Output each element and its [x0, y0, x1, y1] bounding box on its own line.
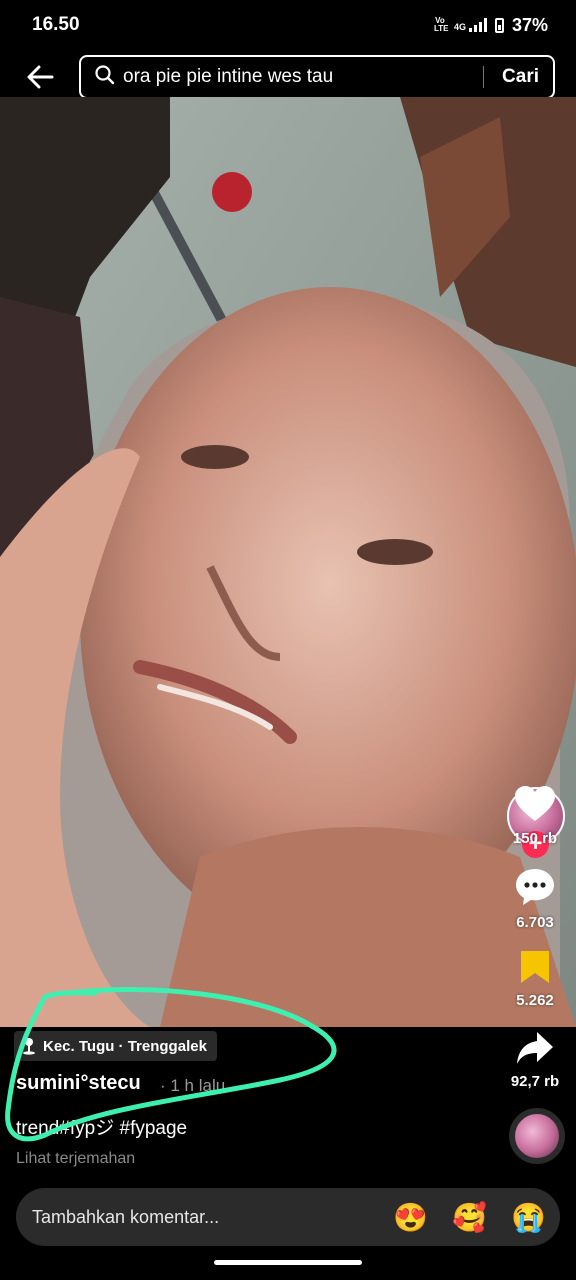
location-pin-icon: [23, 1038, 35, 1055]
emoji-crying[interactable]: 😭: [511, 1201, 546, 1234]
battery-percent: 37%: [511, 14, 548, 35]
search-divider: [483, 66, 485, 88]
share-count: 92,7 rb: [510, 1073, 560, 1090]
search-submit-button[interactable]: Cari: [502, 66, 539, 88]
video-player[interactable]: + 150 rb 6.703 5.262: [0, 97, 576, 1027]
comment-count: 6.703: [516, 914, 554, 931]
emoji-heart-eyes[interactable]: 😍: [393, 1201, 428, 1234]
search-query-text: ora pie pie intine wes tau: [123, 66, 334, 87]
heart-icon: [515, 786, 555, 821]
status-bar: 16.50 Vo LTE 4G 37%: [0, 0, 576, 50]
search-input[interactable]: ora pie pie intine wes tau Cari: [79, 55, 555, 99]
post-time: · 1 h lalu: [160, 1076, 226, 1095]
save-count: 5.262: [516, 992, 554, 1009]
search-icon: [95, 64, 115, 90]
status-time: 16.50: [32, 14, 80, 35]
comment-button[interactable]: 6.703: [490, 867, 576, 931]
share-arrow-icon: [517, 1032, 553, 1064]
status-icons: Vo LTE 4G 37%: [434, 15, 548, 36]
emoji-smiling-hearts[interactable]: 🥰: [452, 1201, 487, 1234]
comment-bubble-icon: [516, 869, 554, 905]
share-button[interactable]: 92,7 rb: [500, 1030, 570, 1090]
battery-icon: [494, 17, 504, 33]
comment-input[interactable]: Tambahkan komentar... 😍 🥰 😭: [16, 1188, 560, 1246]
creator-username[interactable]: sumini°stecu: [16, 1072, 141, 1095]
search-header: ora pie pie intine wes tau Cari: [0, 54, 576, 100]
comment-placeholder: Tambahkan komentar...: [32, 1206, 220, 1227]
like-count: 150 rb: [512, 830, 558, 847]
home-indicator[interactable]: [214, 1260, 362, 1265]
signal-icon: 4G: [454, 18, 487, 32]
volte-icon: Vo LTE: [433, 16, 449, 33]
see-translation-link[interactable]: Lihat terjemahan: [16, 1150, 135, 1168]
video-caption[interactable]: trend#fypジ #fypage: [16, 1113, 187, 1140]
music-disc-icon[interactable]: [509, 1108, 565, 1164]
back-arrow-icon[interactable]: [20, 57, 60, 97]
network-type-label: 4G: [453, 22, 466, 32]
location-tag[interactable]: Kec. Tugu · Trenggalek: [14, 1031, 217, 1061]
location-text: Kec. Tugu · Trenggalek: [43, 1037, 207, 1055]
like-button[interactable]: 150 rb: [490, 785, 576, 847]
bookmark-icon: [521, 951, 549, 983]
save-button[interactable]: 5.262: [490, 949, 576, 1009]
